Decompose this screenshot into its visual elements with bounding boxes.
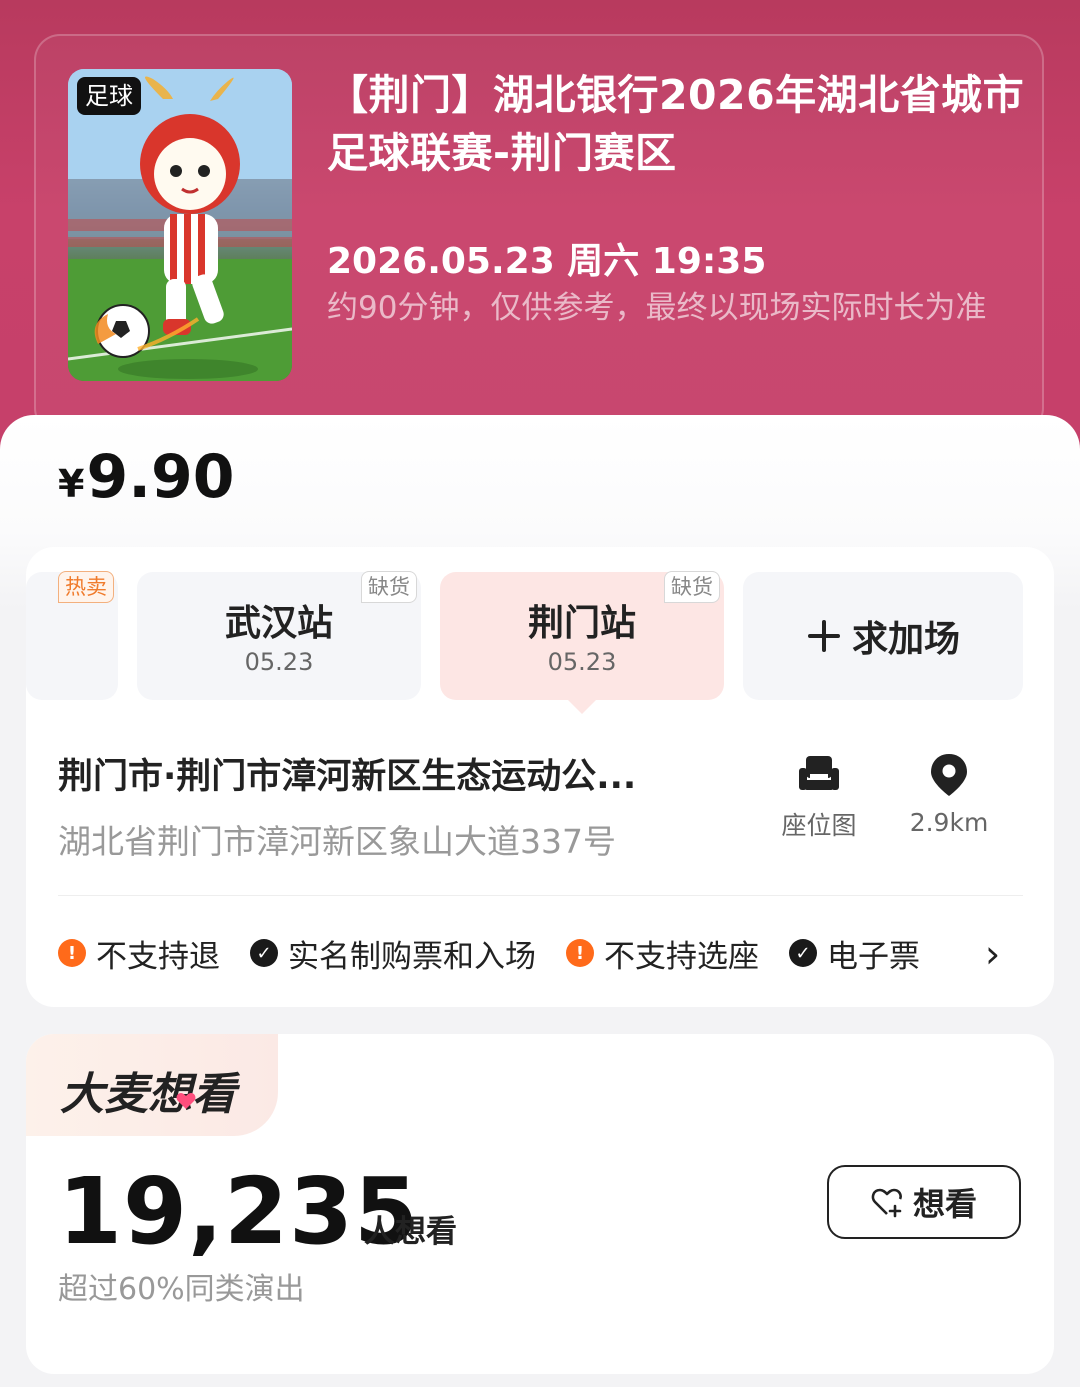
request-session-button[interactable]: 求加场 [743, 572, 1023, 700]
heart-plus-icon [871, 1188, 902, 1218]
event-datetime: 2026.05.23 周六 19:35 [327, 241, 767, 282]
sold-out-badge: 缺货 [361, 571, 417, 603]
policy-item: ! 不支持退 [58, 931, 220, 976]
warning-icon: ! [58, 939, 86, 967]
selected-indicator [568, 700, 596, 714]
event-title: 【荆门】湖北银行2026年湖北省城市足球联赛-荆门赛区 [327, 71, 1025, 177]
want-button-label: 想看 [912, 1185, 977, 1223]
policy-label: 不支持选座 [604, 938, 759, 975]
request-session-label: 求加场 [851, 619, 960, 660]
policy-item: ! 不支持选座 [566, 931, 759, 976]
ticket-price: ¥9.90 [58, 442, 235, 512]
policy-item: ✓ 电子票 [789, 931, 920, 976]
session-date: 05.23 [547, 648, 617, 676]
chevron-right-icon[interactable]: › [985, 932, 1000, 976]
venue-name[interactable]: 荆门市·荆门市漳河新区生态运动公... [58, 748, 708, 799]
distance-label: 2.9km [909, 808, 989, 837]
want-section-title: 大麦想看 [60, 1069, 236, 1120]
event-poster[interactable]: 足球 [68, 69, 292, 381]
check-icon: ✓ [250, 939, 278, 967]
seat-map-button[interactable]: 座位图 [770, 752, 868, 842]
policy-label: 不支持退 [96, 938, 220, 975]
seat-map-label: 座位图 [781, 811, 857, 840]
want-comparison: 超过60%同类演出 [58, 1272, 305, 1307]
check-icon: ✓ [789, 939, 817, 967]
policy-label: 实名制购票和入场 [288, 938, 536, 975]
policy-list[interactable]: ! 不支持退 ✓ 实名制购票和入场 ! 不支持选座 ✓ 电子票 [58, 928, 978, 978]
hot-badge: 热卖 [58, 571, 114, 603]
policy-label: 电子票 [827, 938, 920, 975]
sold-out-badge: 缺货 [664, 571, 720, 603]
price-amount: 9.90 [86, 442, 235, 512]
currency-symbol: ¥ [58, 462, 85, 506]
session-date: 05.23 [244, 648, 314, 676]
want-button[interactable]: 想看 [827, 1165, 1021, 1239]
heart-icon [176, 1093, 196, 1109]
divider [58, 895, 1023, 896]
policy-item: ✓ 实名制购票和入场 [250, 931, 536, 976]
seat-icon [799, 756, 839, 790]
warning-icon: ! [566, 939, 594, 967]
want-count-unit: 人想看 [364, 1214, 457, 1250]
plus-icon [807, 620, 840, 652]
venue-address: 湖北省荆门市漳河新区象山大道337号 [58, 822, 616, 861]
category-tag: 足球 [77, 77, 141, 115]
mascot-illustration [68, 69, 292, 381]
navigate-button[interactable]: 2.9km [900, 752, 998, 837]
duration-note: 约90分钟，仅供参考，最终以现场实际时长为准 [327, 290, 987, 326]
policy-fade [920, 926, 980, 980]
location-pin-icon [931, 754, 967, 796]
